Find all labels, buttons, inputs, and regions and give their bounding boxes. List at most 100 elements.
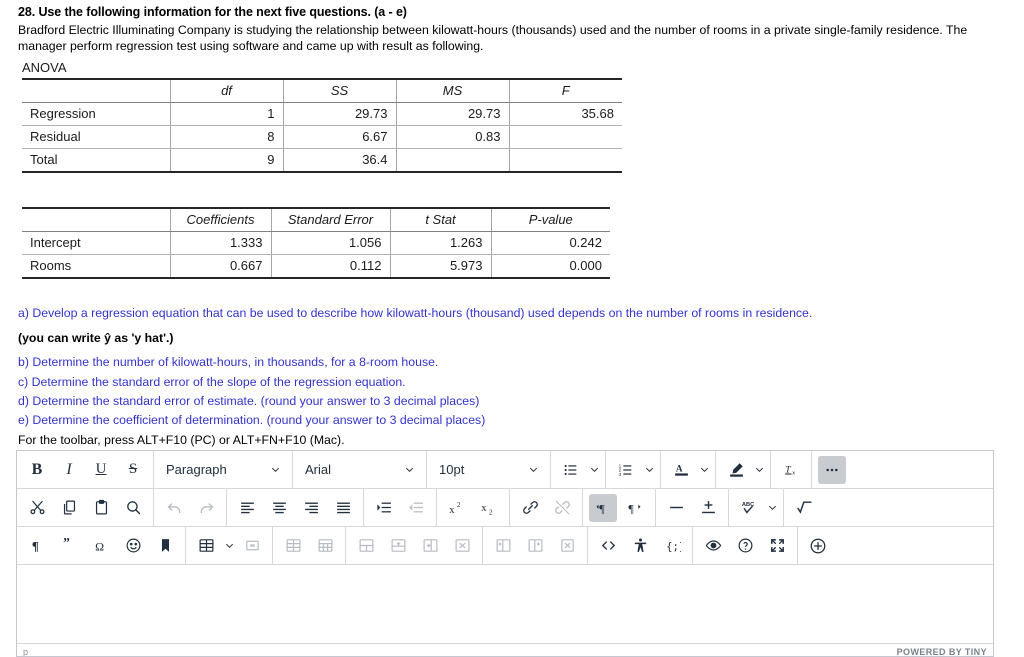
anova-col-blank (22, 78, 170, 103)
toolbar-row-3: ¶ ” Ω {; (17, 527, 993, 565)
coef-cell-t-stat: 5.973 (389, 254, 491, 279)
source-code-button[interactable] (594, 532, 622, 560)
page-break-button[interactable] (694, 494, 722, 522)
undo-button[interactable] (160, 494, 188, 522)
accessibility-check-button[interactable] (626, 532, 654, 560)
powered-by-label[interactable]: POWERED BY TINY (897, 647, 987, 656)
emoticons-button[interactable] (119, 532, 147, 560)
insert-table-button[interactable] (192, 532, 220, 560)
text-color-button[interactable]: A (667, 456, 695, 484)
table-split-cell-icon (495, 537, 512, 554)
rtl-button[interactable]: ¶ (621, 494, 649, 522)
justify-button[interactable] (329, 494, 357, 522)
help-button[interactable] (731, 532, 759, 560)
align-left-button[interactable] (233, 494, 261, 522)
toolbar-group-bullet-list (551, 451, 606, 488)
italic-button[interactable]: I (55, 456, 83, 484)
clear-formatting-button[interactable]: Tx (777, 456, 805, 484)
element-path[interactable]: p (23, 647, 28, 656)
rich-text-editor[interactable]: B I U S Paragraph Arial 10pt 1 2 3 A T x… (16, 450, 994, 657)
chevron-down-icon[interactable] (642, 456, 656, 484)
numbered-list-button[interactable]: 123 (612, 456, 640, 484)
increase-indent-button[interactable] (370, 494, 398, 522)
strikethrough-icon: S (128, 461, 138, 477)
copy-button[interactable] (55, 494, 83, 522)
fullscreen-icon (769, 537, 786, 554)
underline-button[interactable]: U (87, 456, 115, 484)
blockquote-button[interactable]: ” (55, 532, 83, 560)
split-cell-button[interactable] (489, 532, 517, 560)
show-blocks-button[interactable]: ¶ (23, 532, 51, 560)
chevron-down-icon[interactable] (587, 456, 601, 484)
font-family-select[interactable]: Arial (297, 456, 422, 484)
chevron-down-icon (268, 456, 282, 484)
insert-column-button[interactable] (416, 532, 444, 560)
toolbar-group-history (154, 489, 227, 526)
chevron-down-icon[interactable] (752, 456, 766, 484)
svg-text:¶: ¶ (628, 501, 634, 515)
template-button[interactable]: {;} (658, 532, 686, 560)
table-row: Rooms 0.667 0.112 5.973 0.000 (22, 254, 610, 279)
svg-text:¶: ¶ (599, 501, 605, 515)
redo-icon (198, 499, 215, 516)
insert-link-button[interactable] (516, 494, 544, 522)
align-center-button[interactable] (265, 494, 293, 522)
toolbar-group-table-column (483, 527, 588, 564)
align-right-button[interactable] (297, 494, 325, 522)
special-character-button[interactable]: Ω (87, 532, 115, 560)
search-replace-button[interactable] (119, 494, 147, 522)
table-icon (198, 537, 215, 554)
preview-button[interactable] (699, 532, 727, 560)
highlight-color-button[interactable] (722, 456, 750, 484)
bullet-list-button[interactable] (557, 456, 585, 484)
redo-button[interactable] (192, 494, 220, 522)
unlink-button[interactable] (548, 494, 576, 522)
merge-cells-button[interactable] (352, 532, 380, 560)
math-equation-button[interactable] (790, 494, 818, 522)
more-options-button[interactable] (818, 455, 846, 484)
insert-row-button[interactable] (384, 532, 412, 560)
horizontal-rule-button[interactable] (662, 494, 690, 522)
page-break-icon (700, 499, 717, 516)
decrease-indent-button[interactable] (402, 494, 430, 522)
ltr-button[interactable]: ¶ (589, 493, 617, 522)
editor-content-area[interactable] (17, 565, 993, 651)
superscript-button[interactable]: x2 (443, 494, 471, 522)
cut-button[interactable] (23, 494, 51, 522)
bold-button[interactable]: B (23, 456, 51, 484)
code-icon (600, 537, 617, 554)
anova-cell-ms (395, 148, 509, 173)
subscript-icon: x2 (480, 499, 498, 516)
delete-column-button[interactable] (553, 532, 581, 560)
fullscreen-button[interactable] (763, 532, 791, 560)
chevron-down-icon[interactable] (222, 532, 236, 560)
paste-button[interactable] (87, 494, 115, 522)
strikethrough-button[interactable]: S (119, 456, 147, 484)
anchor-button[interactable] (151, 532, 179, 560)
anova-row-label: Residual (22, 125, 170, 149)
bold-icon: B (31, 460, 43, 478)
toolbar-row-1: B I U S Paragraph Arial 10pt 1 2 3 A T x (17, 451, 993, 489)
insert-button[interactable] (804, 532, 832, 560)
font-size-select[interactable]: 10pt (431, 456, 546, 484)
svg-text:Ω: Ω (95, 539, 104, 553)
table-delete-row-icon (454, 537, 471, 554)
anova-cell-df: 8 (169, 125, 283, 149)
anova-cell-ss: 6.67 (282, 125, 396, 149)
chevron-down-icon[interactable] (765, 494, 779, 522)
table-properties-button[interactable] (279, 532, 307, 560)
chevron-down-icon[interactable] (697, 456, 711, 484)
delete-table-button[interactable] (238, 532, 266, 560)
coef-col-standard-error: Standard Error (270, 207, 390, 232)
delete-row-button[interactable] (448, 532, 476, 560)
table-delete-icon (244, 537, 261, 554)
text-color-icon: A (673, 461, 690, 478)
spellcheck-button[interactable]: ABC (735, 494, 763, 522)
block-format-select[interactable]: Paragraph (158, 456, 288, 484)
table-cell-properties-button[interactable] (311, 532, 339, 560)
toolbar-group-table (186, 527, 273, 564)
insert-column-after-button[interactable] (521, 532, 549, 560)
link-icon (522, 499, 539, 516)
subscript-button[interactable]: x2 (475, 494, 503, 522)
table-row: Total 9 36.4 (22, 148, 622, 173)
